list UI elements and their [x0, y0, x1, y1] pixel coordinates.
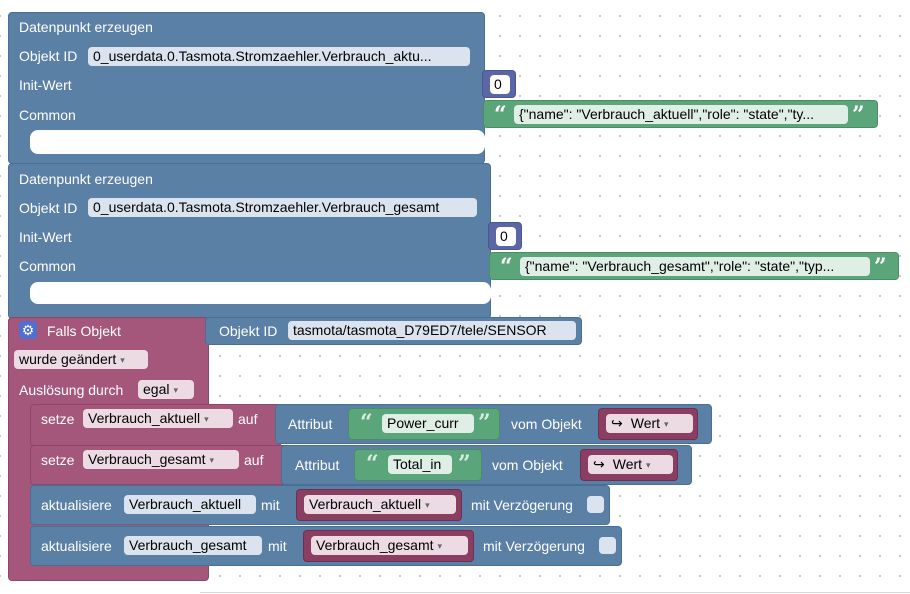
variable-value: Verbrauch_aktuell: [309, 496, 422, 512]
variable-dropdown[interactable]: Verbrauch_aktuell ▾: [304, 495, 456, 514]
setze-label: setze: [41, 411, 75, 427]
init-wert-label: Init-Wert: [19, 229, 72, 245]
init-wert-label: Init-Wert: [19, 77, 72, 93]
ausloesung-label: Auslösung durch: [19, 382, 124, 398]
quote-close-icon: ”: [852, 102, 865, 128]
variable-dropdown[interactable]: Verbrauch_aktuell ▾: [83, 409, 233, 428]
ausloesung-value: egal: [143, 381, 170, 397]
objekt-id-label: Objekt ID: [219, 323, 278, 339]
wert-dropdown[interactable]: ↪ Wert ▾: [606, 414, 693, 433]
objekt-id-input[interactable]: 0_userdata.0.Tasmota.Stromzaehler.Verbra…: [88, 198, 477, 217]
init-wert-input[interactable]: 0: [496, 227, 516, 246]
update-target-input[interactable]: Verbrauch_aktuell: [124, 495, 256, 514]
vom-objekt-label: vom Objekt: [511, 416, 582, 432]
block-title: Datenpunkt erzeugen: [19, 171, 153, 187]
quote-close-icon: ”: [478, 410, 491, 436]
init-wert-input[interactable]: 0: [490, 75, 510, 94]
update-target-input[interactable]: Verbrauch_gesamt: [124, 536, 262, 555]
wert-value: Wert: [630, 415, 661, 431]
delay-label: mit Verzögerung: [471, 497, 573, 513]
delay-checkbox[interactable]: [587, 496, 604, 513]
variable-value: Verbrauch_aktuell: [88, 410, 201, 426]
mit-label: mit: [268, 538, 287, 554]
common-input[interactable]: {"name": "Verbrauch_aktuell","role": "st…: [514, 105, 848, 124]
chevron-down-icon: ▾: [425, 500, 430, 510]
attribut-label: Attribut: [295, 457, 340, 473]
variable-value: Verbrauch_gesamt: [316, 537, 434, 553]
arrow-icon: ↪: [611, 415, 623, 431]
aktualisiere-label: aktualisiere: [41, 497, 112, 513]
attribut-input[interactable]: Total_in: [388, 455, 452, 474]
create-datapoint-block-1-statement-input: [30, 130, 485, 154]
vom-objekt-label: vom Objekt: [492, 457, 563, 473]
chevron-down-icon: ▾: [664, 419, 669, 429]
quote-open-icon: “: [500, 254, 513, 280]
condition-value: wurde geändert: [19, 351, 117, 367]
auf-label: auf: [244, 452, 264, 468]
common-label: Common: [19, 258, 76, 274]
variable-dropdown[interactable]: Verbrauch_gesamt ▾: [83, 450, 239, 469]
wert-value: Wert: [612, 456, 643, 472]
common-label: Common: [19, 107, 76, 123]
block-title: Datenpunkt erzeugen: [19, 19, 153, 35]
workspace-edge: [200, 592, 910, 593]
chevron-down-icon: ▾: [646, 460, 651, 470]
gear-icon[interactable]: ⚙: [19, 321, 37, 339]
variable-value: Verbrauch_gesamt: [88, 451, 206, 467]
delay-checkbox[interactable]: [599, 537, 616, 554]
delay-label: mit Verzögerung: [483, 538, 585, 554]
wert-dropdown[interactable]: ↪ Wert ▾: [588, 455, 673, 474]
chevron-down-icon: ▾: [173, 385, 178, 395]
chevron-down-icon: ▾: [120, 355, 125, 365]
variable-dropdown[interactable]: Verbrauch_gesamt ▾: [311, 536, 468, 555]
chevron-down-icon: ▾: [204, 414, 209, 424]
attribut-input[interactable]: Power_curr: [382, 414, 474, 433]
auf-label: auf: [238, 411, 258, 427]
common-input[interactable]: {"name": "Verbrauch_gesamt","role": "sta…: [520, 257, 870, 276]
objekt-id-input[interactable]: 0_userdata.0.Tasmota.Stromzaehler.Verbra…: [88, 47, 470, 66]
objekt-id-label: Objekt ID: [19, 200, 78, 216]
arrow-icon: ↪: [593, 456, 605, 472]
chevron-down-icon: ▾: [437, 541, 443, 551]
quote-open-icon: “: [360, 410, 373, 436]
attribut-label: Attribut: [288, 416, 333, 432]
condition-dropdown[interactable]: wurde geändert ▾: [14, 350, 148, 369]
setze-label: setze: [41, 452, 75, 468]
ausloesung-dropdown[interactable]: egal ▾: [138, 380, 194, 399]
aktualisiere-label: aktualisiere: [41, 538, 112, 554]
objekt-id-label: Objekt ID: [19, 48, 78, 64]
create-datapoint-block-2-statement-input: [30, 282, 491, 304]
mit-label: mit: [261, 497, 280, 513]
quote-close-icon: ”: [458, 451, 471, 477]
quote-close-icon: ”: [874, 254, 887, 280]
objekt-id-input[interactable]: tasmota/tasmota_D79ED7/tele/SENSOR: [288, 321, 576, 340]
quote-open-icon: “: [366, 451, 379, 477]
chevron-down-icon: ▾: [209, 455, 215, 465]
trigger-title: Falls Objekt: [47, 323, 121, 339]
quote-open-icon: “: [494, 102, 507, 128]
